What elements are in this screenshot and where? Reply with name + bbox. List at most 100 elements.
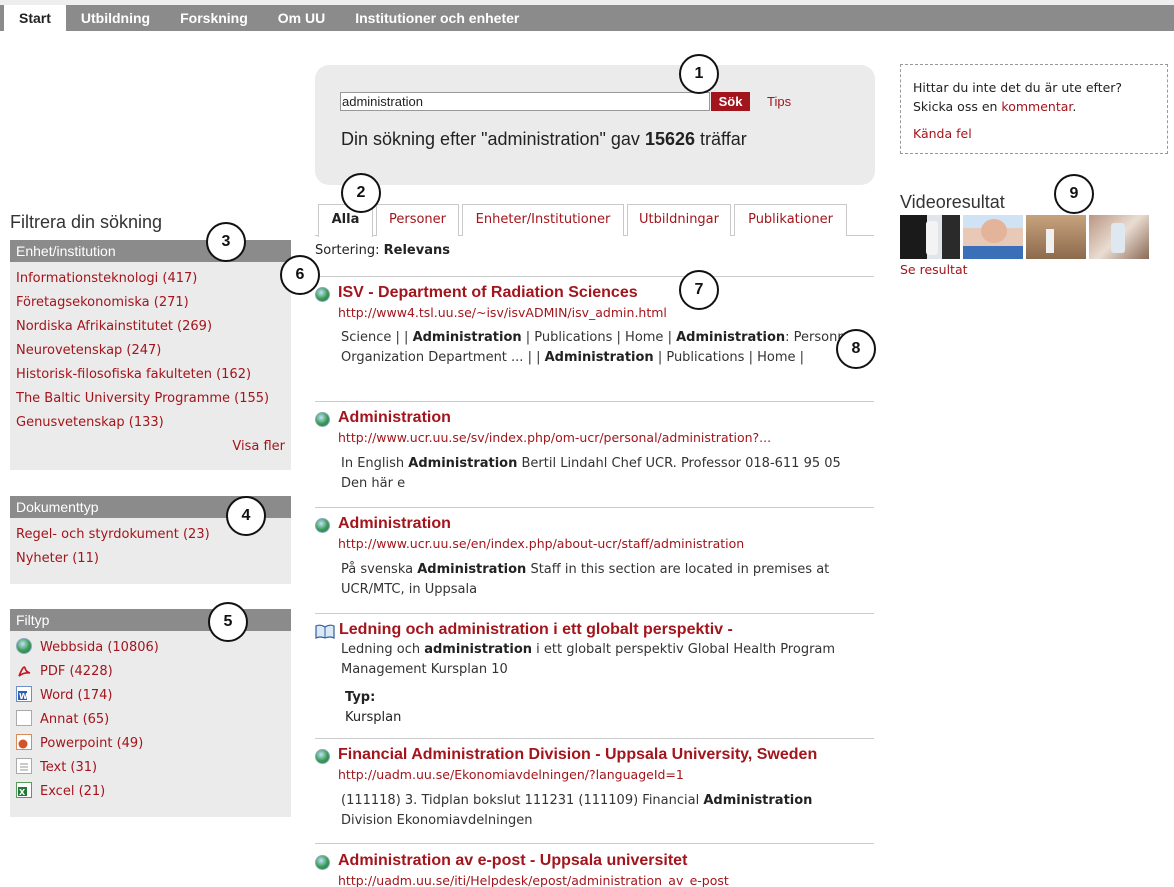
filter-unit-item[interactable]: Genusvetenskap (133) bbox=[16, 411, 291, 435]
feedback-line2: Skicka oss en kommentar. bbox=[913, 97, 1155, 116]
result-snippet: Ledning och administration i ett globalt… bbox=[341, 640, 866, 679]
video-thumb-4[interactable] bbox=[1089, 215, 1149, 259]
feedback-line2-suffix: . bbox=[1072, 99, 1077, 114]
filter-unit-item[interactable]: Neurovetenskap (247) bbox=[16, 339, 291, 363]
callout-marker: 1 bbox=[679, 54, 719, 94]
video-thumbnails bbox=[900, 215, 1149, 259]
result-summary: Din sökning efter "administration" gav 1… bbox=[341, 129, 747, 150]
snippet-text: Ledning och bbox=[341, 642, 425, 657]
filter-unit-item[interactable]: Historisk-filosofiska fakulteten (162) bbox=[16, 363, 291, 387]
filter-unit-item[interactable]: Nordiska Afrikainstitutet (269) bbox=[16, 315, 291, 339]
divider bbox=[315, 738, 874, 739]
result-url[interactable]: http://www.ucr.uu.se/sv/index.php/om-ucr… bbox=[338, 430, 875, 445]
feedback-line1: Hittar du inte det du är ute efter? bbox=[913, 80, 1123, 95]
search-result: Administration http://www.ucr.uu.se/sv/i… bbox=[315, 409, 875, 493]
callout-marker: 5 bbox=[208, 602, 248, 642]
result-url[interactable]: http://www4.tsl.uu.se/~isv/isvADMIN/isv_… bbox=[338, 305, 875, 320]
snippet-text: (111118) 3. Tidplan bokslut 111231 (1111… bbox=[341, 793, 704, 808]
divider bbox=[315, 276, 874, 277]
web-page-icon bbox=[315, 287, 330, 302]
summary-prefix: Din sökning efter "administration" gav bbox=[341, 129, 640, 149]
svg-text:W: W bbox=[19, 692, 28, 701]
video-results-link[interactable]: Se resultat bbox=[900, 262, 968, 277]
video-thumb-2[interactable] bbox=[963, 215, 1023, 259]
web-page-icon bbox=[16, 638, 32, 654]
filter-unit-item[interactable]: The Baltic University Programme (155) bbox=[16, 387, 291, 411]
filter-filetype-item[interactable]: Webbsida (10806) bbox=[16, 636, 291, 660]
tab-personer[interactable]: Personer bbox=[376, 204, 459, 236]
filter-filetype-item[interactable]: Annat (65) bbox=[16, 708, 291, 732]
nav-tab-institutioner[interactable]: Institutioner och enheter bbox=[340, 5, 534, 31]
filter-filetype-heading: Filtyp bbox=[10, 609, 291, 631]
known-errors-link[interactable]: Kända fel bbox=[913, 124, 1155, 143]
result-type: Typ: Kursplan bbox=[345, 688, 875, 727]
filter-filetype-item[interactable]: Text (31) bbox=[16, 756, 291, 780]
filter-filetype-item[interactable]: W Word (174) bbox=[16, 684, 291, 708]
result-title[interactable]: Ledning och administration i ett globalt… bbox=[339, 621, 875, 639]
comment-link[interactable]: kommentar bbox=[1001, 99, 1072, 114]
snippet-text: In English bbox=[341, 456, 409, 471]
divider bbox=[315, 843, 874, 844]
sort-control[interactable]: Sortering: Relevans bbox=[315, 243, 450, 258]
nav-tab-om-uu[interactable]: Om UU bbox=[263, 5, 340, 31]
filter-title: Filtrera din sökning bbox=[10, 212, 163, 232]
filter-filetype-list: Webbsida (10806) PDF (4228) W Word (174) … bbox=[10, 631, 291, 804]
filter-unit-item[interactable]: Företagsekonomiska (271) bbox=[16, 291, 291, 315]
pdf-icon bbox=[16, 662, 32, 678]
tab-utbildningar[interactable]: Utbildningar bbox=[627, 204, 731, 236]
callout-marker: 3 bbox=[206, 222, 246, 262]
snippet-text: Science | | bbox=[341, 330, 413, 345]
filter-filetype-label: PDF (4228) bbox=[40, 664, 113, 679]
video-results-title: Videoresultat bbox=[900, 192, 1005, 212]
nav-tab-utbildning[interactable]: Utbildning bbox=[66, 5, 165, 31]
filter-filetype-item[interactable]: X Excel (21) bbox=[16, 780, 291, 804]
tab-publikationer[interactable]: Publikationer bbox=[734, 204, 847, 236]
result-title[interactable]: Administration bbox=[338, 515, 875, 533]
web-page-icon bbox=[315, 412, 330, 427]
filter-filetype-box: Filtyp Webbsida (10806) PDF (4228) W Word… bbox=[10, 609, 291, 817]
filter-doctype-item[interactable]: Nyheter (11) bbox=[16, 547, 291, 571]
text-file-icon bbox=[16, 758, 32, 774]
filter-filetype-label: Word (174) bbox=[40, 688, 113, 703]
result-url[interactable]: http://uadm.uu.se/Ekonomiavdelningen/?la… bbox=[338, 767, 875, 782]
show-more-link[interactable]: Visa fler bbox=[10, 435, 291, 459]
result-snippet: (111118) 3. Tidplan bokslut 111231 (1111… bbox=[341, 791, 866, 830]
result-tabs: Alla Personer Enheter/Institutioner Utbi… bbox=[315, 204, 874, 237]
result-type-value: Kursplan bbox=[345, 709, 402, 725]
filter-unit-list: Informationsteknologi (417) Företagsekon… bbox=[10, 262, 291, 435]
result-snippet: In English Administration Bertil Lindahl… bbox=[341, 454, 866, 493]
book-icon bbox=[315, 624, 335, 639]
result-title[interactable]: Administration bbox=[338, 409, 875, 427]
hit-count: 15626 bbox=[644, 129, 696, 149]
video-thumb-3[interactable] bbox=[1026, 215, 1086, 259]
result-title[interactable]: ISV - Department of Radiation Sciences bbox=[338, 284, 875, 302]
tab-enheter-institutioner[interactable]: Enheter/Institutioner bbox=[462, 204, 624, 236]
filter-unit-item[interactable]: Informationsteknologi (417) bbox=[16, 267, 291, 291]
divider bbox=[315, 507, 874, 508]
sort-value: Relevans bbox=[383, 243, 450, 258]
filter-filetype-item[interactable]: PDF (4228) bbox=[16, 660, 291, 684]
result-type-label: Typ: bbox=[345, 690, 376, 705]
result-title[interactable]: Financial Administration Division - Upps… bbox=[338, 746, 875, 764]
nav-tab-forskning[interactable]: Forskning bbox=[165, 5, 263, 31]
result-title[interactable]: Administration av e-post - Uppsala unive… bbox=[338, 852, 875, 870]
tips-link[interactable]: Tips bbox=[767, 94, 791, 109]
video-thumb-1[interactable] bbox=[900, 215, 960, 259]
result-url[interactable]: http://uadm.uu.se/iti/Helpdesk/epost/adm… bbox=[338, 873, 875, 887]
search-input[interactable] bbox=[340, 92, 710, 111]
filter-filetype-item[interactable]: Powerpoint (49) bbox=[16, 732, 291, 756]
web-page-icon bbox=[315, 749, 330, 764]
search-button[interactable]: Sök bbox=[711, 92, 750, 111]
snippet-text: På svenska bbox=[341, 562, 418, 577]
search-panel: Sök Tips Din sökning efter "administrati… bbox=[315, 65, 875, 185]
search-result: Administration http://www.ucr.uu.se/en/i… bbox=[315, 515, 875, 599]
nav-tab-start[interactable]: Start bbox=[4, 5, 66, 31]
main-nav: Start Utbildning Forskning Om UU Institu… bbox=[0, 5, 1174, 31]
snippet-highlight: Administration bbox=[676, 330, 786, 345]
feedback-line2-prefix: Skicka oss en bbox=[913, 99, 998, 114]
result-url[interactable]: http://www.ucr.uu.se/en/index.php/about-… bbox=[338, 536, 875, 551]
blank-file-icon bbox=[16, 710, 32, 726]
snippet-highlight: Administration bbox=[408, 456, 518, 471]
search-result: Ledning och administration i ett globalt… bbox=[315, 621, 875, 727]
filter-filetype-label: Text (31) bbox=[40, 760, 98, 775]
